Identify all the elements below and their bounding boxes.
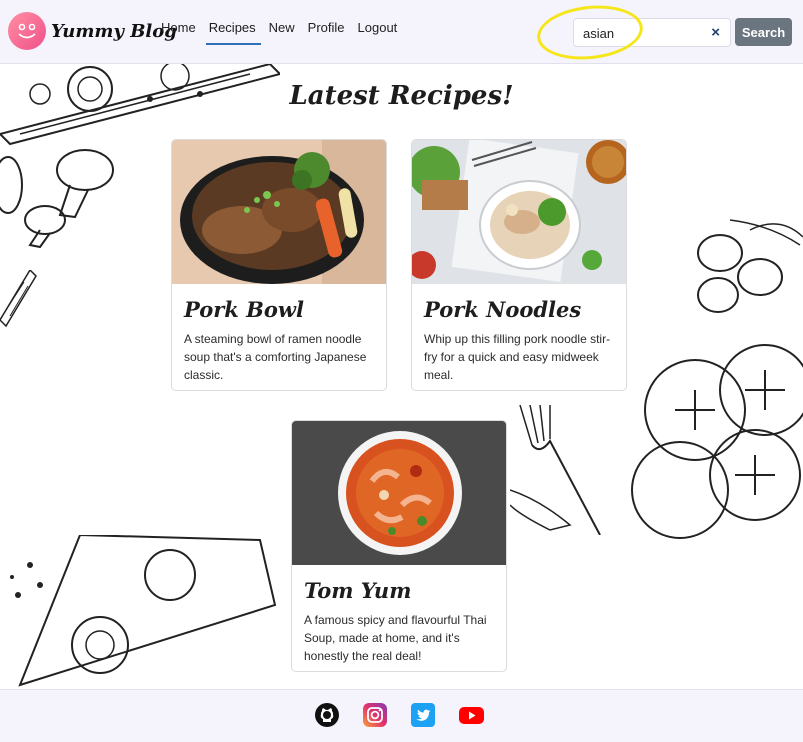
search-box: × [573,18,731,47]
recipe-card-pork-bowl[interactable]: Pork Bowl A steaming bowl of ramen noodl… [171,139,387,391]
mushroom-sketch [0,149,114,249]
recipe-card-pork-noodles[interactable]: Pork Noodles Whip up this filling pork n… [411,139,627,391]
nav-home[interactable]: Home [161,20,196,44]
recipe-description: A famous spicy and flavourful Thai Soup,… [304,613,487,663]
tomato-sketch [631,344,803,539]
nav-recipes[interactable]: Recipes [205,20,261,45]
main-nav: Home Recipes New Profile Logout [161,20,410,45]
pork-bowl-image [172,140,386,284]
nav-new[interactable]: New [269,20,295,44]
recipe-description: Whip up this filling pork noodle stir-fr… [424,332,611,382]
recipe-description: A steaming bowl of ramen noodle soup tha… [184,332,367,382]
instagram-icon[interactable] [363,703,387,727]
clear-icon[interactable]: × [711,24,720,41]
pizza-sketch-bottom-left [10,535,277,687]
youtube-icon[interactable] [459,703,484,727]
fork-sketch [510,405,601,535]
top-navbar: Yummy Blog Home Recipes New Profile Logo… [0,0,803,64]
github-icon[interactable] [315,703,339,727]
tom-yum-image [292,421,506,565]
footer [0,689,803,742]
pork-noodles-image [412,140,626,284]
nav-logout[interactable]: Logout [358,20,398,44]
pepper-sketch [0,270,37,328]
search-button[interactable]: Search [735,18,792,46]
twitter-icon[interactable] [411,703,435,727]
smiley-logo-icon [8,12,46,50]
recipe-title: Pork Noodles [424,297,582,322]
brand[interactable]: Yummy Blog [8,12,177,50]
recipe-title: Pork Bowl [184,297,304,322]
olive-sketch [697,219,803,313]
page-title: Latest Recipes! [289,81,514,111]
nav-profile[interactable]: Profile [308,20,345,44]
search-input[interactable] [583,25,693,42]
brand-name: Yummy Blog [51,20,177,42]
recipe-title: Tom Yum [304,578,412,603]
recipe-card-tom-yum[interactable]: Tom Yum A famous spicy and flavourful Th… [291,420,507,672]
